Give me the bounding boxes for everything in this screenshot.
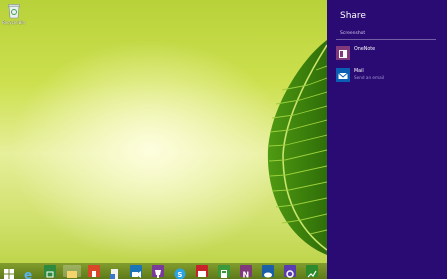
svg-text:e: e [24,268,32,279]
leaf-wallpaper [267,40,327,255]
file-explorer-icon[interactable] [63,265,81,278]
recycle-bin-label: Recycle Bin [2,20,26,25]
app-description: Send an email [354,75,384,80]
finance-icon[interactable] [306,265,318,278]
onedrive-icon[interactable] [262,265,274,278]
skype-icon[interactable]: S [174,265,186,279]
share-app-onenote[interactable]: OneNote [336,46,441,62]
recycle-bin-icon [8,4,20,19]
share-title: Share [340,11,366,21]
settings-icon[interactable] [284,265,296,278]
start-icon[interactable] [3,265,15,279]
mail-icon [336,68,350,82]
share-charm-pane: Share Screenshot OneNote Mail Send an em… [327,0,447,279]
news-icon[interactable] [196,265,208,277]
internet-explorer-icon[interactable]: e [23,265,35,279]
app-name: OneNote [354,47,376,52]
documents-icon[interactable] [108,265,120,279]
recycle-bin[interactable]: Recycle Bin [2,3,26,27]
share-app-mail[interactable]: Mail Send an email [336,68,441,84]
calculator-icon[interactable] [218,265,230,278]
office-icon[interactable] [88,265,100,277]
video-icon[interactable] [130,265,142,278]
svg-text:N: N [243,271,250,279]
onenote-icon [336,46,350,60]
divider [336,39,436,40]
store-icon[interactable] [44,265,56,278]
trophy-icon[interactable] [152,265,164,278]
desktop: Recycle Bin e S N [0,0,327,279]
taskbar: e S N [0,263,327,279]
onenote-taskbar-icon[interactable]: N [240,265,252,279]
svg-text:S: S [177,271,182,279]
share-subtitle[interactable]: Screenshot [340,31,365,36]
app-name: Mail [354,69,364,74]
